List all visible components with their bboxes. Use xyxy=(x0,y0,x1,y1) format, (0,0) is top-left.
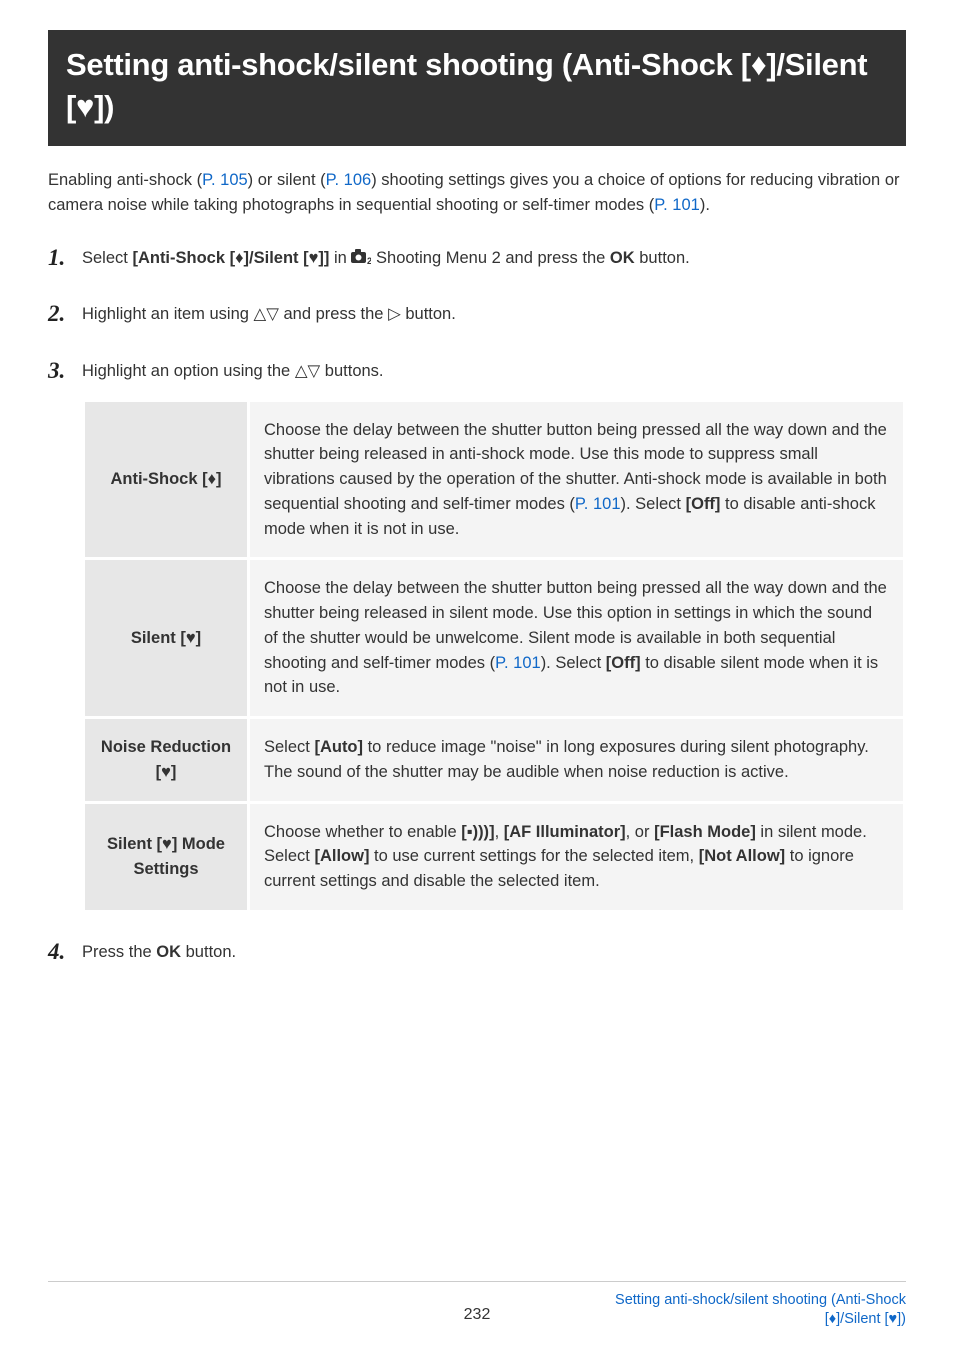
r4-c6: to use current settings for the selected… xyxy=(369,847,698,865)
up-down-icon-2: △▽ xyxy=(295,362,320,380)
footer-section-link[interactable]: Setting anti-shock/silent shooting (Anti… xyxy=(615,1291,906,1330)
r1-link[interactable]: P. 101 xyxy=(575,495,621,513)
link-p106[interactable]: P. 106 xyxy=(326,171,372,189)
s4-b1: OK xyxy=(156,943,181,961)
r1-b: [Off] xyxy=(686,495,721,513)
r4-c3: , or xyxy=(626,823,654,841)
r4-b5: [Not Allow] xyxy=(699,847,785,865)
step-4: 4. Press the OK button. xyxy=(48,939,906,966)
s3-t2: buttons. xyxy=(320,362,383,380)
table-row: Noise Reduction [♥] Select [Auto] to red… xyxy=(84,718,905,803)
row-body-noise-reduction: Select [Auto] to reduce image "noise" in… xyxy=(249,718,905,803)
r2-c2: ). Select xyxy=(541,654,606,672)
link-p105[interactable]: P. 105 xyxy=(202,171,248,189)
row-head-silent-mode-settings: Silent [♥] Mode Settings xyxy=(84,802,249,911)
r3-b: [Auto] xyxy=(314,738,363,756)
r4-b3: [Flash Mode] xyxy=(654,823,756,841)
step-3-number: 3. xyxy=(48,358,82,383)
intro-t1: Enabling anti-shock ( xyxy=(48,171,202,189)
step-4-number: 4. xyxy=(48,939,82,964)
step-1-body: Select [Anti-Shock [♦]/Silent [♥]] in 2 … xyxy=(82,245,690,272)
r4-c4: in silent mode. xyxy=(756,823,867,841)
s1-t1: Select xyxy=(82,249,132,267)
step-4-body: Press the OK button. xyxy=(82,939,236,966)
s1-t3: Shooting Menu 2 and press the xyxy=(371,249,610,267)
step-2-number: 2. xyxy=(48,301,82,326)
footer-divider xyxy=(48,1281,906,1282)
r4-b4: [Allow] xyxy=(314,847,369,865)
step-2-body: Highlight an item using △▽ and press the… xyxy=(82,301,456,328)
r2-link[interactable]: P. 101 xyxy=(495,654,541,672)
s4-t1: Press the xyxy=(82,943,156,961)
s1-b2: OK xyxy=(610,249,635,267)
r2-b: [Off] xyxy=(606,654,641,672)
footer-link-line2: [♦]/Silent [♥]) xyxy=(825,1311,906,1327)
step-1: 1. Select [Anti-Shock [♦]/Silent [♥]] in… xyxy=(48,245,906,272)
row-body-silent: Choose the delay between the shutter but… xyxy=(249,559,905,718)
s1-b1: [Anti-Shock [♦]/Silent [♥]] xyxy=(132,249,329,267)
intro-paragraph: Enabling anti-shock (P. 105) or silent (… xyxy=(48,168,906,219)
row-head-silent: Silent [♥] xyxy=(84,559,249,718)
step-3: 3. Highlight an option using the △▽ butt… xyxy=(48,358,906,385)
beep-icon: ▪))) xyxy=(467,823,489,841)
r4-c5: Select xyxy=(264,847,314,865)
footer-link-line1: Setting anti-shock/silent shooting (Anti… xyxy=(615,1292,906,1308)
r3-c1: Select xyxy=(264,738,314,756)
step-2: 2. Highlight an item using △▽ and press … xyxy=(48,301,906,328)
page-number: 232 xyxy=(464,1306,491,1324)
table-row: Anti-Shock [♦] Choose the delay between … xyxy=(84,400,905,559)
title-text: Setting anti-shock/silent shooting (Anti… xyxy=(66,47,867,124)
link-p101[interactable]: P. 101 xyxy=(654,196,700,214)
step-1-number: 1. xyxy=(48,245,82,270)
s2-t2: and press the xyxy=(279,305,388,323)
intro-t2: ) or silent ( xyxy=(248,171,326,189)
s2-t1: Highlight an item using xyxy=(82,305,254,323)
up-down-icon: △▽ xyxy=(254,305,279,323)
row-body-silent-mode-settings: Choose whether to enable [▪)))], [AF Ill… xyxy=(249,802,905,911)
r4-b2: [AF Illuminator] xyxy=(504,823,626,841)
s1-t2: in xyxy=(329,249,351,267)
r4-c2: , xyxy=(495,823,504,841)
row-head-anti-shock: Anti-Shock [♦] xyxy=(84,400,249,559)
r4-c1: Choose whether to enable xyxy=(264,823,461,841)
page-title: Setting anti-shock/silent shooting (Anti… xyxy=(48,30,906,146)
row-head-noise-reduction: Noise Reduction [♥] xyxy=(84,718,249,803)
step-3-body: Highlight an option using the △▽ buttons… xyxy=(82,358,384,385)
table-row: Silent [♥] Choose the delay between the … xyxy=(84,559,905,718)
row-body-anti-shock: Choose the delay between the shutter but… xyxy=(249,400,905,559)
camera-2-icon: 2 xyxy=(351,249,371,265)
table-row: Silent [♥] Mode Settings Choose whether … xyxy=(84,802,905,911)
r1-c2: ). Select xyxy=(621,495,686,513)
s2-t3: button. xyxy=(401,305,456,323)
options-table: Anti-Shock [♦] Choose the delay between … xyxy=(82,399,906,913)
right-icon: ▷ xyxy=(388,305,401,323)
s4-t2: button. xyxy=(181,943,236,961)
s3-t1: Highlight an option using the xyxy=(82,362,295,380)
intro-t4: ). xyxy=(700,196,710,214)
s1-t4: button. xyxy=(635,249,690,267)
r4-b1: [▪)))] xyxy=(461,823,494,841)
